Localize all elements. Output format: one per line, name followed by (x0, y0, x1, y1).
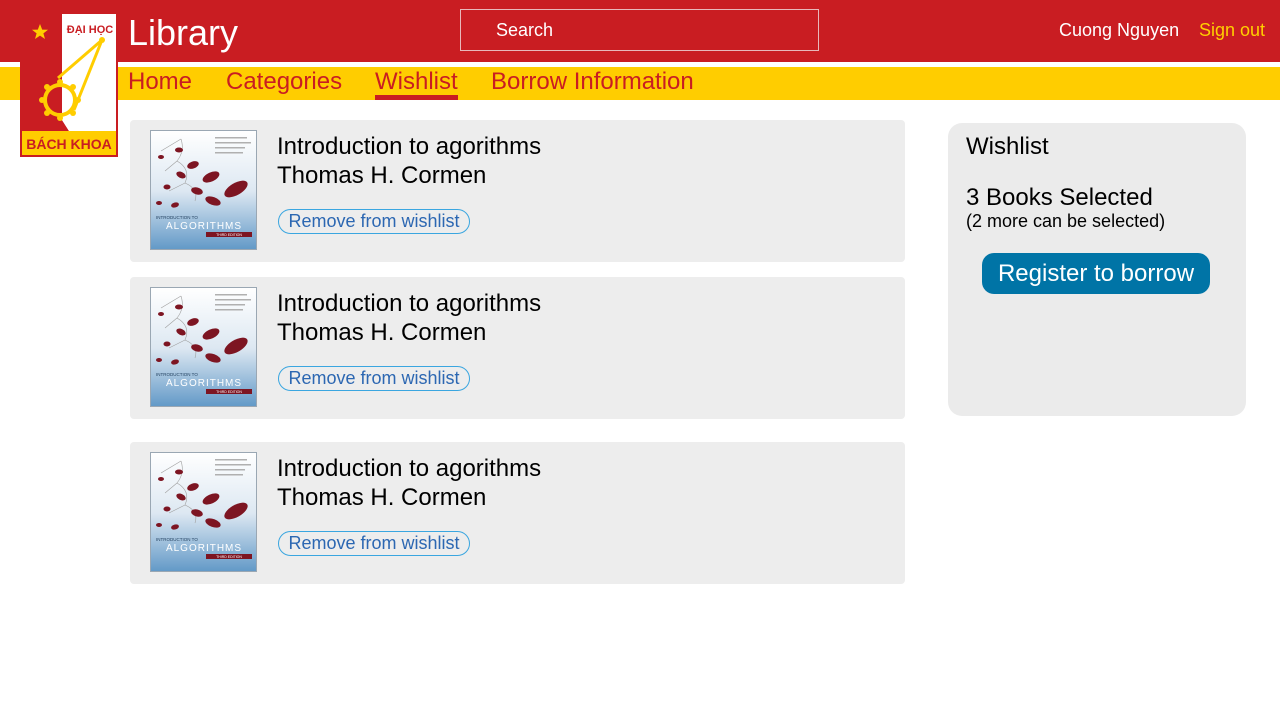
book-author: Thomas H. Cormen (277, 484, 487, 511)
selected-count: 3 Books Selected (966, 184, 1153, 211)
nav-home[interactable]: Home (128, 67, 192, 100)
svg-text:INTRODUCTION TO: INTRODUCTION TO (156, 372, 198, 377)
wishlist-book-card: INTRODUCTION TO ALGORITHMS THIRD EDITION… (130, 120, 905, 262)
svg-text:THIRD EDITION: THIRD EDITION (216, 555, 242, 559)
wishlist-summary-panel: Wishlist 3 Books Selected (2 more can be… (948, 123, 1246, 416)
remove-from-wishlist-button[interactable]: Remove from wishlist (278, 531, 470, 556)
remove-from-wishlist-button[interactable]: Remove from wishlist (278, 209, 470, 234)
university-logo-graphic: ĐẠI HỌC BÁCH KHOA (22, 14, 116, 155)
book-cover-image[interactable]: INTRODUCTION TO ALGORITHMS THIRD EDITION (150, 452, 257, 572)
nav-borrow-information[interactable]: Borrow Information (491, 67, 694, 100)
book-title[interactable]: Introduction to agorithms (277, 455, 541, 483)
svg-text:THIRD EDITION: THIRD EDITION (216, 390, 242, 394)
university-logo[interactable]: ĐẠI HỌC BÁCH KHOA (20, 12, 118, 157)
register-to-borrow-button[interactable]: Register to borrow (982, 253, 1210, 294)
svg-text:ALGORITHMS: ALGORITHMS (166, 543, 242, 554)
book-author: Thomas H. Cormen (277, 162, 487, 189)
book-cover-art: INTRODUCTION TO ALGORITHMS THIRD EDITION (151, 453, 256, 571)
svg-text:BÁCH KHOA: BÁCH KHOA (26, 136, 112, 152)
book-cover-image[interactable]: INTRODUCTION TO ALGORITHMS THIRD EDITION (150, 287, 257, 407)
svg-text:INTRODUCTION TO: INTRODUCTION TO (156, 537, 198, 542)
svg-text:ALGORITHMS: ALGORITHMS (166, 221, 242, 232)
svg-text:ĐẠI HỌC: ĐẠI HỌC (67, 24, 114, 36)
book-author: Thomas H. Cormen (277, 319, 487, 346)
book-title[interactable]: Introduction to agorithms (277, 133, 541, 161)
app-title: Library (128, 12, 239, 53)
nav-wishlist[interactable]: Wishlist (375, 67, 458, 100)
wishlist-book-card: INTRODUCTION TO ALGORITHMS THIRD EDITION… (130, 277, 905, 419)
book-cover-image[interactable]: INTRODUCTION TO ALGORITHMS THIRD EDITION (150, 130, 257, 250)
panel-title: Wishlist (966, 133, 1049, 160)
nav-bar: Home Categories Wishlist Borrow Informat… (0, 67, 1280, 100)
svg-text:ALGORITHMS: ALGORITHMS (166, 378, 242, 389)
search-input[interactable] (460, 9, 819, 51)
remaining-note: (2 more can be selected) (966, 211, 1166, 231)
wishlist-book-card: INTRODUCTION TO ALGORITHMS THIRD EDITION… (130, 442, 905, 584)
book-cover-art: INTRODUCTION TO ALGORITHMS THIRD EDITION (151, 288, 256, 406)
book-cover-art: INTRODUCTION TO ALGORITHMS THIRD EDITION (151, 131, 256, 249)
sign-out-link[interactable]: Sign out (1199, 20, 1265, 41)
nav-categories[interactable]: Categories (226, 67, 342, 100)
svg-text:THIRD EDITION: THIRD EDITION (216, 233, 242, 237)
remove-from-wishlist-button[interactable]: Remove from wishlist (278, 366, 470, 391)
header-bar: Library Cuong Nguyen Sign out (0, 0, 1280, 62)
user-name: Cuong Nguyen (1059, 20, 1180, 40)
book-title[interactable]: Introduction to agorithms (277, 290, 541, 318)
svg-text:INTRODUCTION TO: INTRODUCTION TO (156, 215, 198, 220)
